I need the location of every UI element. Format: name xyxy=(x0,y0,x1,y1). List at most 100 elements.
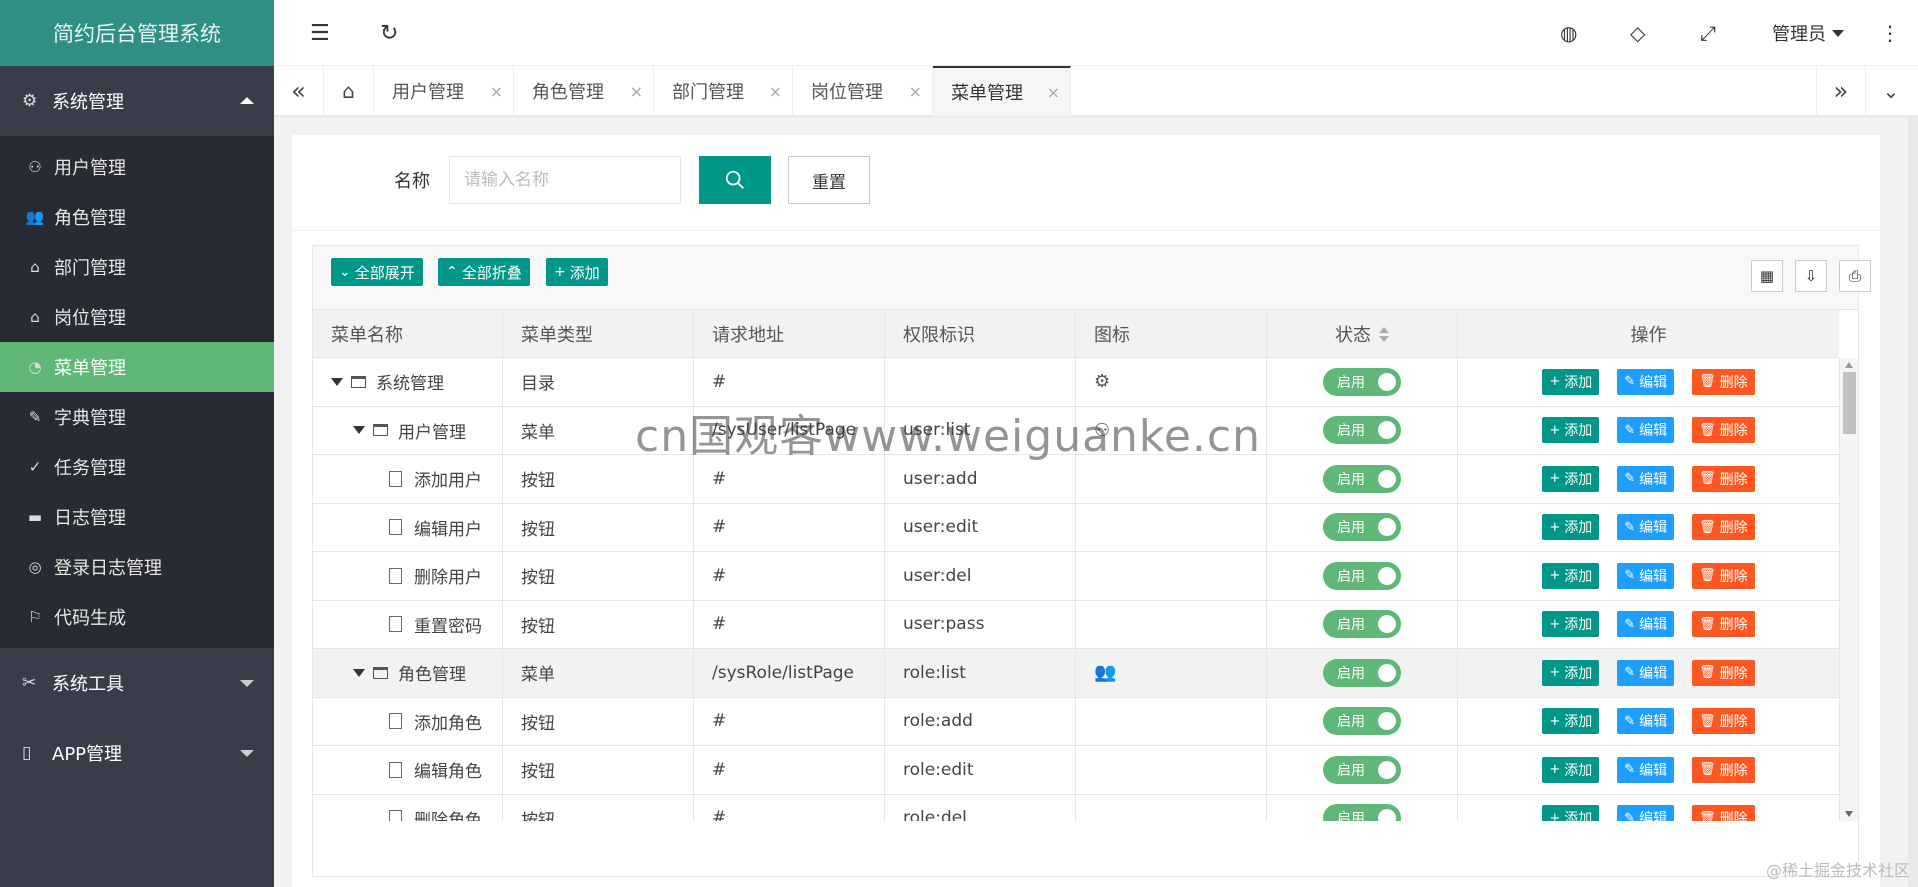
row-delete-button[interactable]: 🗑 删除 xyxy=(1692,611,1755,638)
tag-icon[interactable]: ◇ xyxy=(1630,0,1645,66)
row-add-button[interactable]: + 添加 xyxy=(1542,562,1600,589)
expand-all-button[interactable]: ⌄ 全部展开 xyxy=(331,258,423,286)
close-icon[interactable]: × xyxy=(630,82,643,101)
row-edit-button[interactable]: ✎ 编辑 xyxy=(1617,659,1675,686)
table-row[interactable]: 重置密码 按钮 # user:pass 启用 + 添加 ✎ 编辑 🗑 删除 xyxy=(313,600,1839,649)
row-edit-button[interactable]: ✎ 编辑 xyxy=(1617,756,1675,783)
collapse-all-button[interactable]: ⌃ 全部折叠 xyxy=(438,258,530,286)
table-row[interactable]: 编辑用户 按钮 # user:edit 启用 + 添加 ✎ 编辑 🗑 删除 xyxy=(313,503,1839,552)
row-add-button[interactable]: + 添加 xyxy=(1542,465,1600,492)
sidebar-item-departments[interactable]: ⌂ 部门管理 xyxy=(0,242,274,292)
scroll-down-icon[interactable] xyxy=(1845,811,1853,817)
page-scrollbar[interactable] xyxy=(1908,116,1918,887)
tabs-scroll-left-icon[interactable]: « xyxy=(274,66,324,116)
refresh-icon[interactable]: ↻ xyxy=(380,0,398,66)
scrollbar-thumb[interactable] xyxy=(1843,372,1856,434)
table-scrollbar[interactable] xyxy=(1839,358,1858,821)
menu-toggle-icon[interactable]: ☰ xyxy=(310,0,330,66)
tab-departments[interactable]: 部门管理 × xyxy=(654,66,793,116)
row-delete-button[interactable]: 🗑 删除 xyxy=(1692,708,1755,735)
more-vertical-icon[interactable]: ⋮ xyxy=(1880,0,1900,66)
search-input[interactable] xyxy=(449,156,681,204)
row-edit-button[interactable]: ✎ 编辑 xyxy=(1617,562,1675,589)
row-add-button[interactable]: + 添加 xyxy=(1542,805,1600,821)
row-delete-button[interactable]: 🗑 删除 xyxy=(1692,514,1755,541)
tabs-scroll-right-icon[interactable]: » xyxy=(1816,66,1866,116)
status-toggle[interactable]: 启用 xyxy=(1323,804,1401,821)
row-add-button[interactable]: + 添加 xyxy=(1542,756,1600,783)
row-delete-button[interactable]: 🗑 删除 xyxy=(1692,465,1755,492)
close-icon[interactable]: × xyxy=(1047,83,1060,102)
row-add-button[interactable]: + 添加 xyxy=(1542,611,1600,638)
sidebar-item-menus[interactable]: ◔ 菜单管理 xyxy=(0,342,274,392)
status-toggle[interactable]: 启用 xyxy=(1323,416,1401,445)
fullscreen-icon[interactable]: ⤢ xyxy=(1700,0,1716,66)
row-edit-button[interactable]: ✎ 编辑 xyxy=(1617,805,1675,821)
row-edit-button[interactable]: ✎ 编辑 xyxy=(1617,465,1675,492)
columns-filter-icon[interactable]: ▦ xyxy=(1751,260,1783,292)
sidebar-group-app[interactable]: ▯ APP管理 xyxy=(0,718,274,788)
table-row[interactable]: 删除用户 按钮 # user:del 启用 + 添加 ✎ 编辑 🗑 删除 xyxy=(313,552,1839,601)
status-toggle[interactable]: 启用 xyxy=(1323,561,1401,590)
search-button[interactable] xyxy=(699,156,771,204)
table-row[interactable]: 编辑角色 按钮 # role:edit 启用 + 添加 ✎ 编辑 🗑 删除 xyxy=(313,746,1839,795)
row-add-button[interactable]: + 添加 xyxy=(1542,708,1600,735)
row-add-button[interactable]: + 添加 xyxy=(1542,659,1600,686)
tab-roles[interactable]: 角色管理 × xyxy=(514,66,654,116)
status-toggle[interactable]: 启用 xyxy=(1323,707,1401,736)
scroll-up-icon[interactable] xyxy=(1845,362,1853,368)
row-delete-button[interactable]: 🗑 删除 xyxy=(1692,805,1755,821)
sidebar-item-positions[interactable]: ⌂ 岗位管理 xyxy=(0,292,274,342)
row-delete-button[interactable]: 🗑 删除 xyxy=(1692,368,1755,395)
sidebar-item-codegen[interactable]: ⚐ 代码生成 xyxy=(0,592,274,642)
status-toggle[interactable]: 启用 xyxy=(1323,367,1401,396)
row-edit-button[interactable]: ✎ 编辑 xyxy=(1617,708,1675,735)
row-edit-button[interactable]: ✎ 编辑 xyxy=(1617,368,1675,395)
row-delete-button[interactable]: 🗑 删除 xyxy=(1692,562,1755,589)
status-toggle[interactable]: 启用 xyxy=(1323,610,1401,639)
table-row[interactable]: 系统管理 目录 # ⚙ 启用 + 添加 ✎ 编辑 🗑 删除 xyxy=(313,358,1839,407)
sidebar-item-tasks[interactable]: ✓ 任务管理 xyxy=(0,442,274,492)
row-add-button[interactable]: + 添加 xyxy=(1542,368,1600,395)
row-edit-button[interactable]: ✎ 编辑 xyxy=(1617,514,1675,541)
sidebar-item-dictionary[interactable]: ✎ 字典管理 xyxy=(0,392,274,442)
close-icon[interactable]: × xyxy=(490,82,503,101)
tab-menus[interactable]: 菜单管理 × xyxy=(933,66,1071,116)
reset-button[interactable]: 重置 xyxy=(788,156,870,204)
row-delete-button[interactable]: 🗑 删除 xyxy=(1692,417,1755,444)
close-icon[interactable]: × xyxy=(909,82,922,101)
add-button[interactable]: + 添加 xyxy=(546,258,608,286)
table-row[interactable]: 添加角色 按钮 # role:add 启用 + 添加 ✎ 编辑 🗑 删除 xyxy=(313,697,1839,746)
sort-icon[interactable] xyxy=(1379,326,1389,342)
row-delete-button[interactable]: 🗑 删除 xyxy=(1692,659,1755,686)
sidebar-group-system[interactable]: ⚙ 系统管理 xyxy=(0,66,274,136)
table-row[interactable]: 添加用户 按钮 # user:add 启用 + 添加 ✎ 编辑 🗑 删除 xyxy=(313,455,1839,504)
tab-users[interactable]: 用户管理 × xyxy=(374,66,514,116)
export-icon[interactable]: ⇩ xyxy=(1795,260,1827,292)
sidebar-item-logs[interactable]: ▬ 日志管理 xyxy=(0,492,274,542)
sidebar-group-tools[interactable]: ✂ 系统工具 xyxy=(0,648,274,718)
table-row[interactable]: 删除角色 按钮 # role:del 启用 + 添加 ✎ 编辑 🗑 删除 xyxy=(313,794,1839,821)
table-row[interactable]: 角色管理 菜单/sysRole/listPage role:list 👥 启用 + 添加 ✎ 编… xyxy=(313,649,1839,698)
tabs-dropdown-icon[interactable]: ⌄ xyxy=(1866,66,1916,116)
sidebar-item-users[interactable]: ⚇ 用户管理 xyxy=(0,142,274,192)
tree-expand-icon[interactable] xyxy=(353,668,365,677)
print-icon[interactable]: ⎙ xyxy=(1839,260,1871,292)
status-toggle[interactable]: 启用 xyxy=(1323,513,1401,542)
tree-expand-icon[interactable] xyxy=(353,426,365,435)
home-tab-icon[interactable]: ⌂ xyxy=(324,66,374,116)
row-add-button[interactable]: + 添加 xyxy=(1542,417,1600,444)
row-edit-button[interactable]: ✎ 编辑 xyxy=(1617,611,1675,638)
status-toggle[interactable]: 启用 xyxy=(1323,658,1401,687)
palette-icon[interactable]: ◍ xyxy=(1560,0,1577,66)
row-delete-button[interactable]: 🗑 删除 xyxy=(1692,756,1755,783)
table-row[interactable]: 用户管理 菜单/sysUser/listPage user:list ⚇ 启用 + 添加 ✎ 编… xyxy=(313,406,1839,455)
user-menu[interactable]: 管理员 xyxy=(1772,0,1844,66)
status-toggle[interactable]: 启用 xyxy=(1323,464,1401,493)
sidebar-item-login-logs[interactable]: ◎ 登录日志管理 xyxy=(0,542,274,592)
sidebar-item-roles[interactable]: 👥 角色管理 xyxy=(0,192,274,242)
close-icon[interactable]: × xyxy=(769,82,782,101)
row-add-button[interactable]: + 添加 xyxy=(1542,514,1600,541)
tab-positions[interactable]: 岗位管理 × xyxy=(793,66,933,116)
status-toggle[interactable]: 启用 xyxy=(1323,755,1401,784)
